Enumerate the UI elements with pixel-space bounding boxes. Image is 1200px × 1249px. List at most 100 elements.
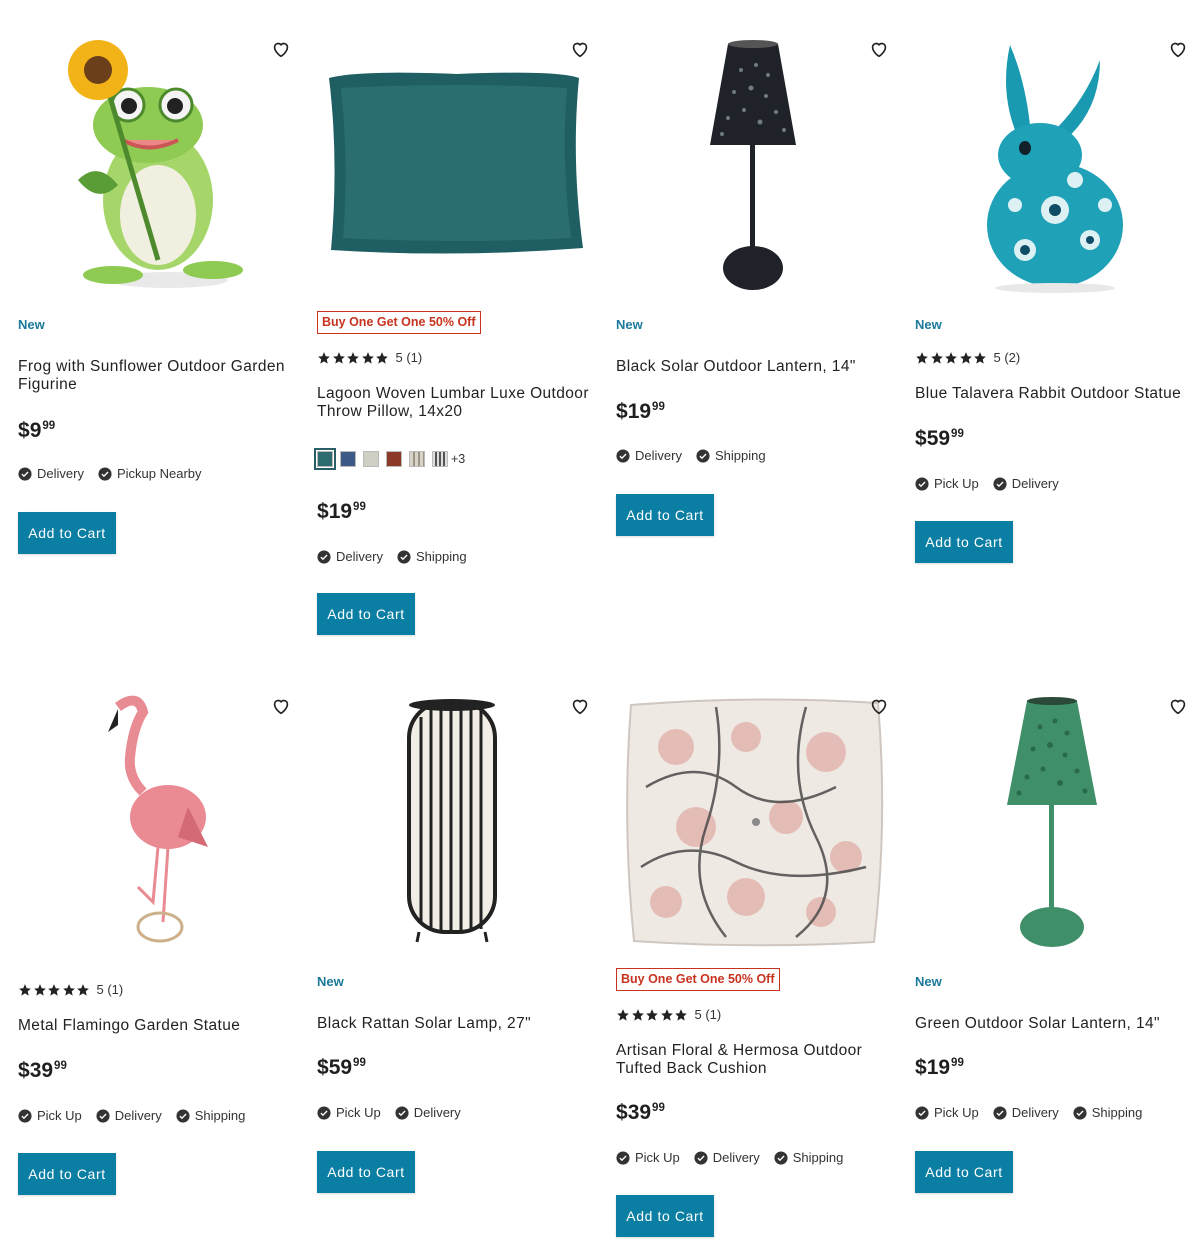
heart-outline-icon[interactable] [1167, 695, 1189, 717]
frog-figurine-image [68, 40, 243, 288]
check-circle-icon [993, 1105, 1007, 1120]
promo-badge: Buy One Get One 50% Off [616, 968, 780, 991]
check-circle-icon [696, 448, 710, 463]
product-price: $19 99 [915, 1056, 964, 1080]
heart-outline-icon[interactable] [868, 695, 890, 717]
product-image[interactable] [616, 687, 896, 957]
product-title[interactable]: Artisan Floral & Hermosa Outdoor Tufted … [616, 1042, 891, 1078]
fulfillment-delivery: Delivery [317, 549, 383, 564]
add-to-cart-button[interactable]: Add to Cart [317, 593, 415, 635]
check-circle-icon [915, 1105, 929, 1120]
add-to-cart-button[interactable]: Add to Cart [317, 1151, 415, 1193]
product-price: $9 99 [18, 419, 55, 443]
price-currency: $ [915, 427, 927, 450]
new-badge: New [616, 317, 643, 332]
fulfillment-shipping: Shipping [696, 448, 766, 463]
heart-outline-icon[interactable] [569, 38, 591, 60]
swatch-light-gray[interactable] [363, 451, 379, 467]
product-title[interactable]: Black Solar Outdoor Lantern, 14" [616, 358, 891, 376]
check-circle-icon [397, 549, 411, 564]
product-image[interactable] [18, 687, 298, 957]
check-circle-icon [616, 448, 630, 463]
product-title[interactable]: Frog with Sunflower Outdoor Garden Figur… [18, 358, 293, 394]
swatch-stripe-gray[interactable] [432, 451, 448, 467]
add-to-cart-button[interactable]: Add to Cart [616, 494, 714, 536]
fulfillment-options: Pick Up Delivery Shipping [915, 1105, 1156, 1120]
product-price: $59 99 [317, 1056, 366, 1080]
fulfillment-delivery: Delivery [616, 448, 682, 463]
add-to-cart-button[interactable]: Add to Cart [616, 1195, 714, 1237]
swatch-stripe-beige[interactable] [409, 451, 425, 467]
star-icon [945, 351, 957, 364]
star-icon [675, 1008, 687, 1021]
title-line-2: Throw Pillow, 14x20 [317, 403, 463, 420]
more-swatches-link[interactable]: +3 [451, 452, 465, 466]
add-to-cart-button[interactable]: Add to Cart [915, 521, 1013, 563]
heart-outline-icon[interactable] [868, 38, 890, 60]
price-whole: 19 [926, 1056, 951, 1079]
product-card[interactable]: Buy One Get One 50% Off 5 (1) Artisan Fl… [616, 687, 906, 1237]
heart-outline-icon[interactable] [270, 695, 292, 717]
price-cents: 99 [652, 1102, 665, 1114]
title-line-1: Artisan Floral & Hermosa Outdoor [616, 1042, 863, 1059]
heart-outline-icon[interactable] [1167, 38, 1189, 60]
product-title[interactable]: Lagoon Woven Lumbar Luxe Outdoor Throw P… [317, 385, 592, 421]
product-image[interactable] [317, 687, 597, 957]
product-card[interactable]: 5 (1) Metal Flamingo Garden Statue $39 99… [18, 687, 308, 1195]
fulfillment-pickup-nearby: Pickup Nearby [98, 466, 202, 481]
product-card[interactable]: New Black Rattan Solar Lamp, 27" $59 99 P… [317, 687, 607, 1193]
swatch-rust[interactable] [386, 451, 402, 467]
check-circle-icon [395, 1105, 409, 1120]
product-rating[interactable]: 5 (1) [616, 1007, 721, 1022]
product-card[interactable]: New Frog with Sunflower Outdoor Garden F… [18, 30, 308, 554]
price-cents: 99 [652, 401, 665, 413]
add-to-cart-button[interactable]: Add to Cart [18, 1153, 116, 1195]
fulfillment-delivery: Delivery [993, 1105, 1059, 1120]
heart-outline-icon[interactable] [569, 695, 591, 717]
add-to-cart-button[interactable]: Add to Cart [915, 1151, 1013, 1193]
green-lantern-image [1007, 697, 1097, 947]
check-circle-icon [96, 1108, 110, 1123]
product-price: $19 99 [616, 400, 665, 424]
product-rating[interactable]: 5 (1) [18, 982, 123, 997]
swatch-teal[interactable] [314, 448, 336, 470]
product-image[interactable] [915, 687, 1195, 957]
product-card[interactable]: Buy One Get One 50% Off 5 (1) Lagoon Wov… [314, 30, 607, 635]
title-line-1: Metal Flamingo Garden Statue [18, 1017, 241, 1034]
price-cents: 99 [42, 420, 56, 432]
add-to-cart-button[interactable]: Add to Cart [18, 512, 116, 554]
rating-count: 5 (1) [395, 350, 423, 365]
product-image[interactable] [616, 30, 896, 300]
product-card[interactable]: New Green Outdoor Solar Lantern, 14" $19… [915, 687, 1200, 1193]
fulfillment-delivery: Delivery [395, 1105, 461, 1120]
star-icon [361, 351, 374, 364]
product-rating[interactable]: 5 (2) [915, 350, 1020, 365]
product-title[interactable]: Green Outdoor Solar Lantern, 14" [915, 1015, 1190, 1033]
product-card[interactable]: New Black Solar Outdoor Lantern, 14" $19… [616, 30, 906, 536]
heart-outline-icon[interactable] [270, 38, 292, 60]
black-lantern-image [710, 40, 796, 290]
price-currency: $ [317, 500, 329, 523]
fulfillment-delivery: Delivery [18, 466, 84, 481]
price-whole: 9 [29, 419, 42, 442]
product-title[interactable]: Blue Talavera Rabbit Outdoor Statue [915, 385, 1190, 403]
product-rating[interactable]: 5 (1) [317, 350, 422, 365]
star-icon [631, 1008, 644, 1021]
price-cents: 99 [54, 1060, 67, 1072]
product-title[interactable]: Metal Flamingo Garden Statue [18, 1017, 293, 1035]
product-image[interactable] [18, 30, 298, 300]
rabbit-statue-image [987, 45, 1123, 293]
product-title[interactable]: Black Rattan Solar Lamp, 27" [317, 1015, 592, 1033]
title-line-1: Lagoon Woven Lumbar Luxe Outdoor [317, 385, 589, 402]
product-image[interactable] [915, 30, 1195, 300]
fulfillment-options: Delivery Shipping [317, 549, 481, 564]
fulfillment-shipping: Shipping [176, 1108, 245, 1123]
swatch-blue[interactable] [340, 451, 356, 467]
product-card[interactable]: New 5 (2) Blue Talavera Rabbit Outdoor S… [915, 30, 1200, 563]
product-image[interactable] [317, 30, 597, 300]
new-badge: New [18, 317, 45, 332]
new-badge: New [317, 974, 344, 989]
fulfillment-options: Pick Up Delivery [915, 476, 1073, 491]
fulfillment-options: Pick Up Delivery Shipping [18, 1108, 259, 1123]
price-currency: $ [317, 1056, 329, 1079]
